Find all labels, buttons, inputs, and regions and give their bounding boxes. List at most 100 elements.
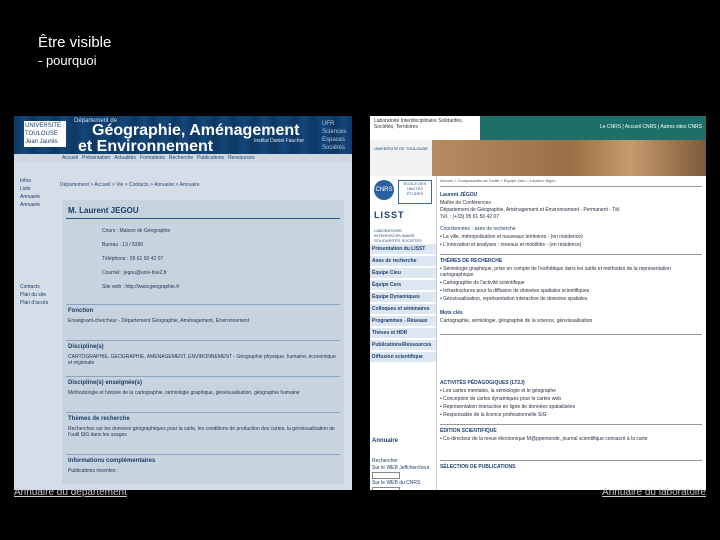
divider bbox=[440, 334, 702, 335]
theme-item: • Sémiologie graphique, prise en compte … bbox=[440, 266, 671, 278]
divider bbox=[66, 218, 340, 219]
email-link[interactable]: Courriel : jegou@univ-tlse2.fr bbox=[102, 270, 167, 276]
field-row: Cours : Maison de Géographie bbox=[102, 228, 171, 234]
section-themes: Discipline(s) enseignée(s) bbox=[68, 380, 143, 386]
divider bbox=[440, 186, 702, 187]
lab-top-text: Laboratoire Interdisciplinaire Solidarit… bbox=[374, 118, 463, 130]
section-disciplines: Discipline(s) bbox=[68, 344, 104, 350]
nav-item[interactable]: Ressources bbox=[228, 154, 254, 162]
menu-item[interactable]: Équipe Cers bbox=[370, 280, 436, 292]
search-label: Rechercher bbox=[372, 458, 398, 464]
department-header: UNIVERSITÉ TOULOUSE Jean Jaurès Départem… bbox=[14, 116, 352, 155]
person-card: M. Laurent JEGOU Cours : Maison de Géogr… bbox=[62, 200, 344, 484]
divider bbox=[66, 454, 340, 455]
menu-item[interactable]: Équipe Dynamiques bbox=[370, 292, 436, 304]
person-name: Laurent JÉGOU bbox=[440, 192, 478, 198]
search-input-2[interactable] bbox=[372, 486, 400, 490]
side-link[interactable]: UFR bbox=[322, 120, 346, 128]
menu-item[interactable]: Axes de recherche bbox=[370, 256, 436, 268]
university-logo[interactable]: UNIVERSITÉ DE TOULOUSE bbox=[372, 146, 430, 164]
activity-item: • Les cartes mentales, la sémiologie et … bbox=[440, 388, 556, 394]
contact-item[interactable]: • L'innovation et analyses : réseaux et … bbox=[440, 242, 702, 248]
sidebar-item[interactable]: Infos bbox=[20, 178, 54, 184]
breadcrumb[interactable]: Accueil > Composantes de l'unité > Équip… bbox=[440, 178, 556, 184]
lab-banner-image: UNIVERSITÉ DE TOULOUSE bbox=[370, 140, 706, 176]
laboratory-directory-screenshot: Laboratoire Interdisciplinaire Solidarit… bbox=[370, 116, 706, 490]
theme-item: • Géovisualisation, représentation inter… bbox=[440, 296, 588, 302]
divider bbox=[66, 376, 340, 377]
menu-item[interactable]: Publications/Ressources bbox=[370, 340, 436, 352]
side-link[interactable]: Espaces bbox=[322, 136, 346, 144]
lab-topbar: Laboratoire Interdisciplinaire Solidarit… bbox=[370, 116, 706, 141]
section-fonction: Fonction bbox=[68, 308, 94, 314]
field-row: Bureau : 13 / 5390 bbox=[102, 242, 144, 248]
menu-item[interactable]: Programmes - Réseaux bbox=[370, 316, 436, 328]
recherche-text: Recherches sur les données géographiques… bbox=[68, 426, 335, 438]
menu-item[interactable]: Diffusion scientifique bbox=[370, 352, 436, 364]
menu-item[interactable]: Équipe Cieu bbox=[370, 268, 436, 280]
sidebar-item[interactable]: Plan du site bbox=[20, 292, 54, 298]
divider bbox=[440, 424, 702, 425]
fonction-text: Enseignant-chercheur - Département Géogr… bbox=[68, 318, 250, 324]
divider bbox=[440, 254, 702, 255]
theme-item: • Infrastructures pour la diffusion de d… bbox=[440, 288, 590, 294]
activity-item: • Représentation interactive en ligne de… bbox=[440, 404, 576, 410]
selection-heading: SÉLECTION DE PUBLICATIONS bbox=[440, 464, 516, 470]
section-info: Informations complémentaires bbox=[68, 458, 156, 464]
theme-item: • Cartographie de l'activité scientifiqu… bbox=[440, 280, 525, 286]
themes-heading: THÈMES DE RECHERCHE bbox=[440, 258, 503, 264]
person-line: Tél. : (+33) 05 61 50 42 07 bbox=[440, 214, 500, 220]
department-heading-2: et Environnement bbox=[78, 138, 214, 155]
section-recherche: Thèmes de recherche bbox=[68, 416, 130, 422]
menu-item[interactable]: Thèses et HDR bbox=[370, 328, 436, 340]
lab-menu: Présentation du LISST Axes de recherche … bbox=[370, 244, 436, 364]
caption-department-directory[interactable]: Annuaire du département bbox=[14, 487, 127, 498]
activity-item: • Responsable de la licence professionne… bbox=[440, 412, 547, 418]
cnrs-links[interactable]: Le CNRS | Accueil CNRS | Autres sites CN… bbox=[600, 124, 702, 130]
person-line: Maître de Conférences bbox=[440, 200, 491, 206]
search-panel: Rechercher Sur le WEB Jeffchercheur Sur … bbox=[372, 458, 434, 490]
activity-item: • Conception de cartes dynamiques pour l… bbox=[440, 396, 561, 402]
sidebar-item[interactable]: Plan d'accès bbox=[20, 300, 54, 306]
side-link[interactable]: Sociétés bbox=[322, 144, 346, 152]
lab-person-page: Accueil > Composantes de l'unité > Équip… bbox=[440, 176, 702, 490]
nav-item[interactable]: Accueil bbox=[62, 154, 78, 162]
divider bbox=[66, 412, 340, 413]
institute-label: Institut Daniel Faucher bbox=[254, 138, 305, 144]
edition-text: • Co-directeur de la revue électronique … bbox=[440, 436, 648, 442]
sidebar-item[interactable]: Liste bbox=[20, 186, 54, 192]
side-links: UFR Sciences Espaces Sociétés bbox=[322, 120, 346, 152]
search-option-2[interactable]: Sur le WEB du CNRS bbox=[372, 480, 434, 487]
department-sidebar: Infos Liste Annuaire Annuaire Contacts P… bbox=[20, 178, 54, 308]
slide-title: Être visible bbox=[38, 34, 112, 51]
menu-item[interactable]: Présentation du LISST bbox=[370, 244, 436, 256]
search-option-1[interactable]: Sur le WEB Jeffchercheur bbox=[372, 465, 434, 472]
contact-item[interactable]: • La ville, métropolisation et nouveaux … bbox=[440, 234, 702, 240]
keywords-heading: Mots clés bbox=[440, 310, 463, 316]
disciplines-text: CARTOGRAPHIE, GEOGRAPHIE, AMENAGEMENT, E… bbox=[68, 354, 336, 366]
breadcrumb[interactable]: Département > Accueil > Vie > Contacts >… bbox=[60, 182, 200, 188]
university-logo[interactable]: UNIVERSITÉ TOULOUSE Jean Jaurès bbox=[24, 121, 66, 147]
cnrs-logo[interactable]: CNRS bbox=[374, 180, 394, 200]
menu-item[interactable]: Colloques et séminaires bbox=[370, 304, 436, 316]
divider bbox=[66, 340, 340, 341]
ecole-logo[interactable]: ÉCOLE DES HAUTES ÉTUDES bbox=[398, 180, 432, 204]
department-directory-screenshot: UNIVERSITÉ TOULOUSE Jean Jaurès Départem… bbox=[14, 116, 352, 490]
cnrs-bar: Le CNRS | Accueil CNRS | Autres sites CN… bbox=[480, 116, 706, 140]
search-input-1[interactable] bbox=[372, 472, 400, 479]
divider bbox=[440, 460, 702, 461]
activities-heading: ACTIVITÉS PÉDAGOGIQUES (LT2J) bbox=[440, 380, 525, 386]
annuaire-heading: Annuaire bbox=[372, 438, 399, 444]
person-line: Département de Géographie, Aménagement e… bbox=[440, 207, 621, 213]
website-link[interactable]: Site web : http://www.geographie.fr bbox=[102, 284, 179, 290]
sidebar-item[interactable]: Annuaire bbox=[20, 194, 54, 200]
sidebar-item[interactable]: Contacts bbox=[20, 284, 54, 290]
divider bbox=[66, 304, 340, 305]
sidebar-item[interactable]: Annuaire bbox=[20, 202, 54, 208]
slide-subtitle: - pourquoi bbox=[38, 53, 97, 68]
contacts-heading: Coordonnées - axes de recherche bbox=[440, 226, 516, 232]
keywords-text: Cartographie, sémiologie, géographie de … bbox=[440, 318, 593, 324]
field-row: Téléphone : 05 61 50 42 07 bbox=[102, 256, 164, 262]
caption-laboratory-directory[interactable]: Annuaire du laboratoire bbox=[602, 487, 706, 498]
side-link[interactable]: Sciences bbox=[322, 128, 346, 136]
